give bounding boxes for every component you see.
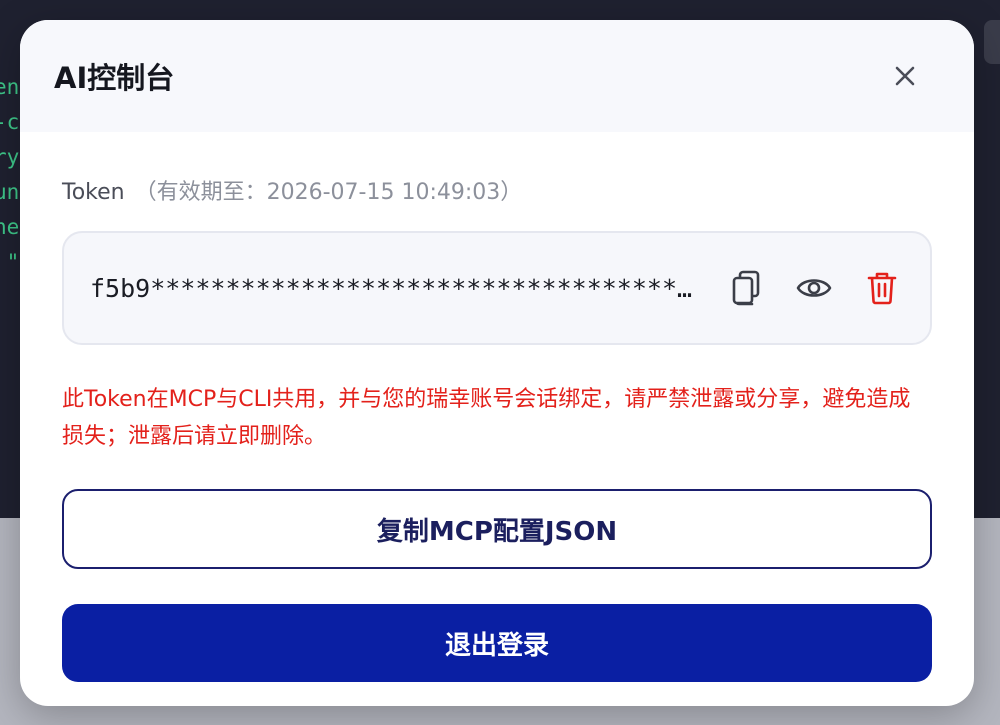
copy-icon xyxy=(732,270,760,306)
dialog-body: Token （有效期至：2026-07-15 10:49:03） f5b9****… xyxy=(20,132,974,682)
close-icon xyxy=(895,66,915,86)
token-expiry: （有效期至：2026-07-15 10:49:03） xyxy=(134,180,523,205)
code-line: " xyxy=(6,250,20,274)
token-label-row: Token （有效期至：2026-07-15 10:49:03） xyxy=(62,178,932,208)
background-code: en -c ry un ne " xyxy=(0,70,19,280)
show-token-button[interactable] xyxy=(792,266,836,310)
dialog-header: AI控制台 xyxy=(20,20,974,132)
code-line: un xyxy=(0,180,20,204)
code-line: en xyxy=(0,75,20,99)
copy-mcp-config-button[interactable]: 复制MCP配置JSON xyxy=(62,489,932,569)
token-label: Token xyxy=(62,180,125,205)
background-button xyxy=(984,20,1000,64)
token-box: f5b9************************************… xyxy=(62,231,932,345)
token-value[interactable]: f5b9************************************… xyxy=(90,274,694,303)
token-actions xyxy=(724,266,904,310)
delete-token-button[interactable] xyxy=(860,266,904,310)
code-line: -c xyxy=(0,110,20,134)
security-warning: 此Token在MCP与CLI共用，并与您的瑞幸账号会话绑定，请严禁泄露或分享，避… xyxy=(62,387,911,449)
dialog-title: AI控制台 xyxy=(54,61,175,95)
trash-icon xyxy=(867,272,897,305)
ai-console-dialog: AI控制台 Token （有效期至：2026-07-15 10:49:03） f5… xyxy=(20,20,974,706)
close-button[interactable] xyxy=(890,61,920,91)
logout-button[interactable]: 退出登录 xyxy=(62,604,932,682)
copy-token-button[interactable] xyxy=(724,266,768,310)
code-line: ry xyxy=(0,145,20,169)
eye-icon xyxy=(796,279,832,297)
code-line: ne xyxy=(0,215,20,239)
